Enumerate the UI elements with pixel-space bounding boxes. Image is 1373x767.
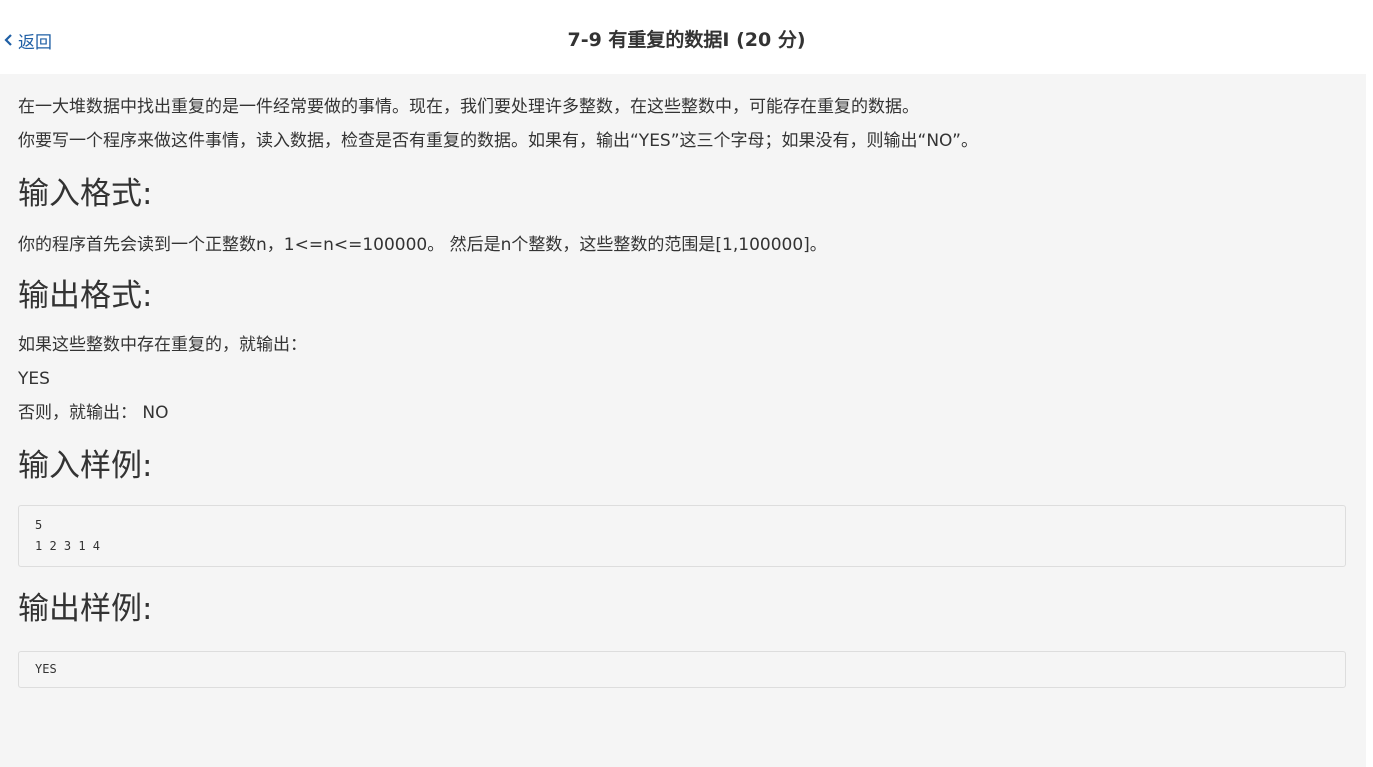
top-bar: 返回 7-9 有重复的数据I (20 分) [0,0,1373,74]
output-format-heading: 输出格式: [18,278,153,314]
output-format-line-2: YES [18,369,50,389]
sample-input-code[interactable]: 5 1 2 3 1 4 [18,505,1346,567]
description-line-2: 你要写一个程序来做这件事情，读入数据，检查是否有重复的数据。如果有，输出“YES… [18,131,978,151]
input-format-text: 你的程序首先会读到一个正整数n，1<=n<=100000。 然后是n个整数，这些… [18,235,827,255]
input-format-heading: 输入格式: [18,176,153,212]
output-format-line-1: 如果这些整数中存在重复的，就输出： [18,335,307,355]
problem-content: 在一大堆数据中找出重复的是一件经常要做的事情。现在，我们要处理许多整数，在这些整… [0,74,1366,767]
description-line-1: 在一大堆数据中找出重复的是一件经常要做的事情。现在，我们要处理许多整数，在这些整… [18,97,919,117]
chevron-left-icon [4,34,12,46]
sample-input-heading: 输入样例: [18,448,153,484]
back-label: 返回 [18,32,52,53]
back-button[interactable]: 返回 [4,28,52,53]
sample-output-code[interactable]: YES [18,651,1346,688]
sample-output-heading: 输出样例: [18,591,153,627]
problem-title: 7-9 有重复的数据I (20 分) [567,29,806,51]
output-format-line-3: 否则，就输出： NO [18,403,169,423]
